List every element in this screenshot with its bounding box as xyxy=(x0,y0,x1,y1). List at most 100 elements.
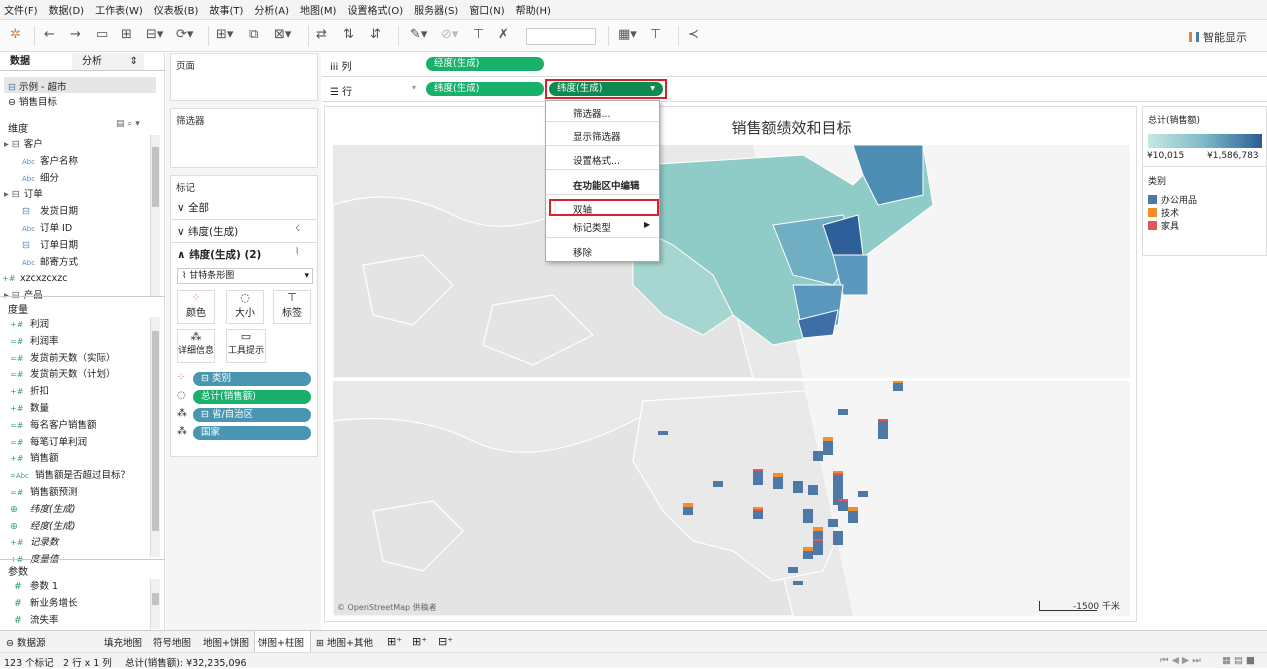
gantt-bar[interactable] xyxy=(683,507,693,515)
measure-field[interactable]: +# 销售额 xyxy=(10,451,59,467)
tab-sheet[interactable]: 符号地图 xyxy=(153,635,191,649)
measure-field[interactable]: +# 利润 xyxy=(10,317,49,333)
mark-type-select[interactable]: ⌇ 甘特条形图 ▾ xyxy=(177,268,313,284)
menu-item[interactable]: 分析(A) xyxy=(254,2,289,17)
row-pill-latitude[interactable]: 纬度(生成) xyxy=(426,82,544,96)
gantt-bar[interactable] xyxy=(858,491,868,497)
presentation-icon[interactable]: ⊤ xyxy=(650,27,661,43)
measure-scrollbar[interactable] xyxy=(150,317,160,557)
swap-icon[interactable]: ⇄ xyxy=(316,27,327,43)
tableau-logo-icon[interactable]: ✲ xyxy=(10,27,21,43)
gantt-bar[interactable] xyxy=(793,581,803,585)
datasource-item[interactable]: ⊖ 销售目标 xyxy=(8,94,57,108)
dimension-field[interactable]: Abc 客户名称 xyxy=(22,154,78,170)
dimension-field[interactable]: Abc 订单 ID xyxy=(22,221,72,237)
tab-arrows-icon[interactable]: ⇕ xyxy=(130,53,138,71)
parameter-field[interactable]: # 流失率 xyxy=(14,613,58,629)
measure-field[interactable]: =Abc 销售额是否超过目标？ xyxy=(10,468,130,484)
gantt-bar[interactable] xyxy=(893,383,903,391)
datasource-item[interactable]: ⊟ 示例 - 超市 xyxy=(8,79,66,93)
gantt-bar[interactable] xyxy=(813,541,823,555)
pill-category[interactable]: ⊟ 类别 xyxy=(193,372,311,386)
menu-item-format[interactable]: 设置格式... xyxy=(573,153,620,167)
new-dashboard-icon[interactable]: ⊞⁺ xyxy=(412,635,427,648)
show-cards-icon[interactable]: ▦▾ xyxy=(618,27,637,43)
pill-province[interactable]: ⊟ 省/自治区 xyxy=(193,408,311,422)
measure-field[interactable]: =# 销售额预测 xyxy=(10,485,78,501)
color-ramp[interactable] xyxy=(1148,134,1262,148)
view-mode-icon[interactable]: ▦ ▤ ■ xyxy=(1222,655,1255,666)
menu-item[interactable]: 地图(M) xyxy=(300,2,336,17)
label-button[interactable]: ⊤ 标签 xyxy=(273,290,311,324)
dimension-field[interactable]: +# xzcxzcxzc xyxy=(2,271,68,287)
size-button[interactable]: ◌ 大小 xyxy=(226,290,264,324)
menu-item-filter[interactable]: 筛选器... xyxy=(573,106,611,120)
symbol-map[interactable] xyxy=(332,379,1130,617)
menu-item[interactable]: 仪表板(B) xyxy=(154,2,199,17)
columns-shelf[interactable]: iii 列 经度(生成) xyxy=(322,53,1267,77)
gantt-bar[interactable] xyxy=(808,485,818,495)
sort-desc-icon[interactable]: ⇵ xyxy=(370,27,381,43)
measure-field[interactable]: =# 每笔订单利润 xyxy=(10,435,87,451)
gantt-bar[interactable] xyxy=(838,499,848,501)
gantt-bar[interactable] xyxy=(878,421,888,439)
marks-all[interactable]: ∨ 全部 xyxy=(177,200,209,215)
menu-item[interactable]: 帮助(H) xyxy=(516,2,551,17)
menu-item[interactable]: 服务器(S) xyxy=(414,2,458,17)
measure-field[interactable]: +# 数量 xyxy=(10,401,49,417)
gantt-bar[interactable] xyxy=(848,507,858,511)
undo-icon[interactable]: ← xyxy=(44,27,55,43)
dimension-field[interactable]: ⊟ 订单日期 xyxy=(22,238,78,254)
param-scrollbar[interactable] xyxy=(150,579,160,629)
menu-item[interactable]: 数据(D) xyxy=(49,2,85,17)
marks-lon[interactable]: ∨ 纬度(生成) xyxy=(177,224,238,239)
gantt-bar[interactable] xyxy=(848,511,858,523)
pill-total-sales[interactable]: 总计(销售额) xyxy=(193,390,311,404)
gantt-bar[interactable] xyxy=(838,501,848,511)
redo-icon[interactable]: → xyxy=(70,27,81,43)
dimension-field[interactable]: ▸ ⊟ 客户 xyxy=(4,137,43,153)
gantt-bar[interactable] xyxy=(878,419,888,421)
text-label-icon[interactable]: ⊤ xyxy=(473,27,484,43)
menu-item[interactable]: 设置格式(O) xyxy=(347,2,403,17)
chart-add-icon[interactable]: ⊞▾ xyxy=(216,27,233,43)
new-story-icon[interactable]: ⊟⁺ xyxy=(438,635,453,648)
gantt-bar[interactable] xyxy=(773,473,783,477)
pin-icon[interactable]: ⊘▾ xyxy=(441,27,458,43)
legend-item[interactable]: 办公用品 xyxy=(1148,193,1197,206)
tab-data[interactable]: 数据 xyxy=(0,53,72,70)
dimension-field[interactable]: Abc 细分 xyxy=(22,171,59,187)
clear-sheet-icon[interactable]: ⊠▾ xyxy=(274,27,291,43)
gantt-bar[interactable] xyxy=(893,379,903,383)
detail-button[interactable]: ⁂ 详细信息 xyxy=(177,329,215,363)
gantt-bar[interactable] xyxy=(813,451,823,461)
gantt-bar[interactable] xyxy=(713,481,723,487)
menu-item-dual-axis[interactable]: 双轴 xyxy=(573,202,592,216)
pill-country[interactable]: 国家 xyxy=(193,426,311,440)
gantt-bar[interactable] xyxy=(828,519,838,527)
gantt-bar[interactable] xyxy=(833,473,843,475)
gantt-bar[interactable] xyxy=(813,539,823,541)
dimension-field[interactable]: Abc 邮寄方式 xyxy=(22,255,78,271)
dimension-field[interactable]: ▸ ⊟ 订单 xyxy=(4,187,43,203)
measure-field[interactable]: =# 每名客户销售额 xyxy=(10,418,97,434)
measure-field[interactable]: ⊕ 纬度(生成) xyxy=(10,502,75,518)
menu-item-remove[interactable]: 移除 xyxy=(573,245,592,259)
gantt-bar[interactable] xyxy=(753,471,763,485)
gantt-bar[interactable] xyxy=(753,509,763,511)
worksheet-view[interactable]: 销售额绩效和目标 © OpenStreetMap 供稿者 -1500 千米 xyxy=(324,106,1137,622)
gantt-bar[interactable] xyxy=(823,441,833,455)
menu-item-show-filter[interactable]: 显示筛选器 xyxy=(573,129,621,143)
gantt-bar[interactable] xyxy=(803,509,813,523)
menu-item[interactable]: 文件(F) xyxy=(4,2,38,17)
filled-map[interactable] xyxy=(332,144,1130,379)
legend-item[interactable]: 家具 xyxy=(1148,219,1179,232)
menu-item-mark-type[interactable]: 标记类型 xyxy=(573,220,611,234)
tab-sheet[interactable]: 填充地图 xyxy=(104,635,142,649)
gantt-bar[interactable] xyxy=(658,431,668,435)
parameter-field[interactable]: # 参数 1 xyxy=(14,579,58,595)
measure-field[interactable]: =# 发货前天数（计划） xyxy=(10,367,116,383)
new-sheet-icon[interactable]: ⊟▾ xyxy=(146,27,163,43)
fix-axes-icon[interactable]: ✗ xyxy=(498,27,509,43)
smart-show-button[interactable]: 智能显示 xyxy=(1189,29,1247,45)
